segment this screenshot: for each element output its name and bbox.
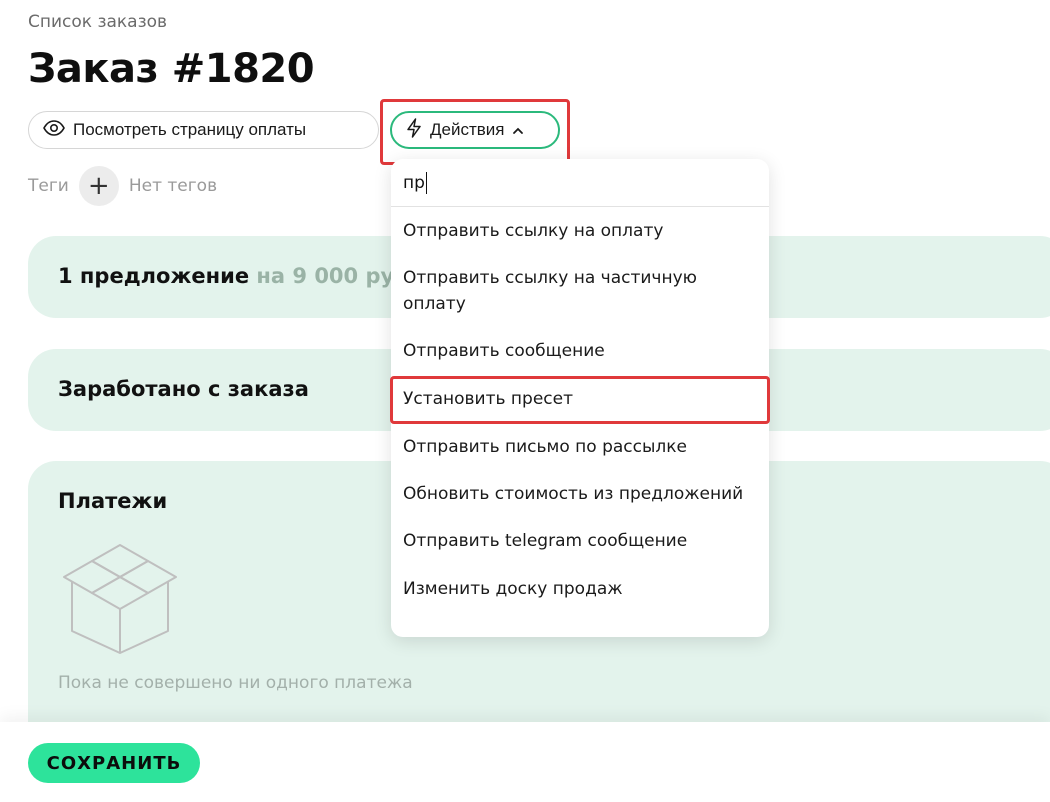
view-payment-page-button[interactable]: Посмотреть страницу оплаты — [28, 111, 379, 149]
tags-label: Теги — [28, 176, 69, 196]
offers-title: 1 предложение — [58, 264, 250, 288]
bottom-bar: СОХРАНИТЬ — [0, 722, 1050, 802]
actions-search-value: пр — [403, 172, 425, 193]
menu-item-send-newsletter-email[interactable]: Отправить письмо по рассылке — [391, 434, 769, 460]
page-title: Заказ #1820 — [28, 46, 315, 92]
view-payment-page-label: Посмотреть страницу оплаты — [73, 120, 307, 139]
empty-box-icon — [56, 543, 184, 659]
menu-item-send-message[interactable]: Отправить сообщение — [391, 338, 769, 364]
eye-icon — [43, 119, 65, 141]
tags-empty-text: Нет тегов — [128, 176, 218, 196]
add-tag-button[interactable]: + — [78, 166, 119, 206]
earned-title: Заработано с заказа — [58, 377, 309, 401]
offers-amount: на 9 000 ру — [256, 264, 395, 288]
breadcrumb[interactable]: Список заказов — [28, 12, 167, 32]
actions-search-input[interactable]: пр — [391, 159, 769, 207]
save-button[interactable]: СОХРАНИТЬ — [28, 743, 200, 783]
tags-row: Теги + Нет тегов — [28, 166, 217, 206]
actions-button-highlight — [380, 99, 570, 165]
menu-item-change-sales-board[interactable]: Изменить доску продаж — [391, 576, 769, 602]
menu-item-send-payment-link[interactable]: Отправить ссылку на оплату — [391, 218, 769, 244]
menu-item-send-telegram-message[interactable]: Отправить telegram сообщение — [391, 528, 769, 554]
menu-item-update-cost-from-offers[interactable]: Обновить стоимость из предложений — [391, 481, 769, 507]
text-cursor — [425, 171, 427, 194]
payments-empty-text: Пока не совершено ни одного платежа — [58, 673, 413, 693]
payments-title: Платежи — [58, 489, 168, 513]
set-preset-highlight — [390, 376, 770, 424]
menu-item-send-partial-payment-link[interactable]: Отправить ссылку на частичную оплату — [391, 265, 769, 317]
